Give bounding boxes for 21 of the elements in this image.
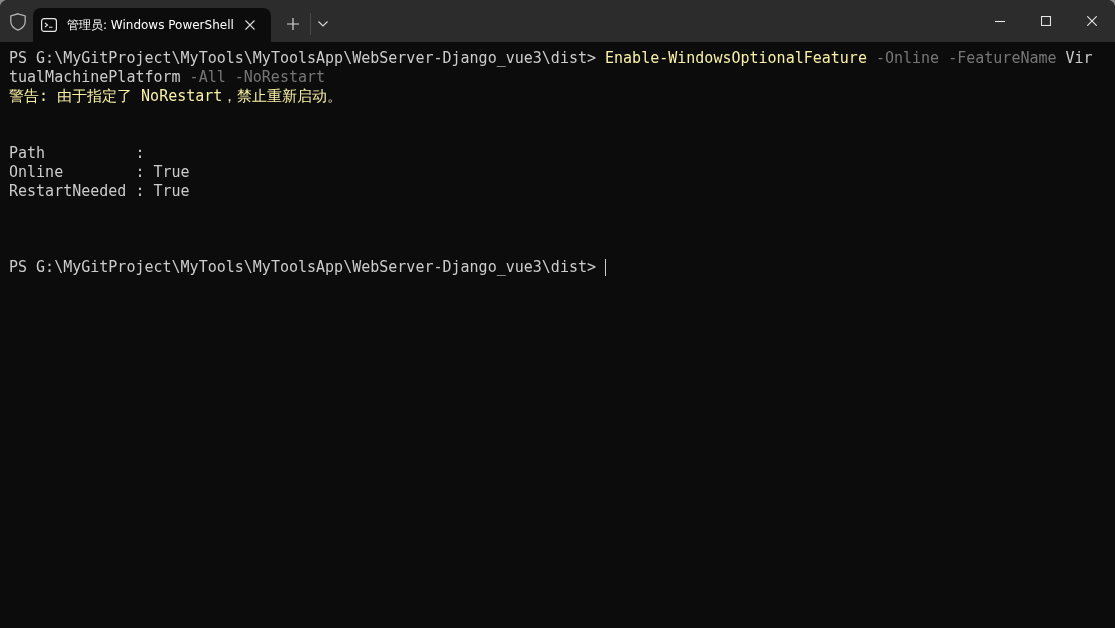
output-line: Path :: [9, 144, 145, 163]
parameter-text: -FeatureName: [948, 49, 1057, 68]
parameter-text: -NoRestart: [234, 68, 326, 87]
maximize-icon: [1041, 16, 1051, 26]
argument-text: Vir: [1065, 49, 1093, 68]
close-icon: [1087, 16, 1097, 26]
prompt-text: PS G:\MyGitProject\MyTools\MyToolsApp\WebServer-Django_vue3\dist>: [9, 49, 596, 68]
parameter-text: -All: [189, 68, 226, 87]
close-icon: [245, 20, 255, 30]
terminal-icon: [41, 18, 57, 32]
tab[interactable]: 管理员: Windows PowerShell: [33, 8, 271, 42]
output-line: RestartNeeded : True: [9, 182, 190, 201]
command-text: Enable-WindowsOptionalFeature: [605, 49, 867, 68]
plus-icon: [287, 18, 299, 30]
output-line: Online : True: [9, 163, 190, 182]
shield-icon: [10, 13, 26, 31]
parameter-text: -Online: [875, 49, 940, 68]
chevron-down-icon: [318, 21, 328, 27]
prompt-text: PS G:\MyGitProject\MyTools\MyToolsApp\WebServer-Django_vue3\dist>: [9, 258, 596, 277]
warning-message: 警告: 由于指定了 NoRestart，禁止重新启动。: [9, 87, 343, 106]
argument-text: tualMachinePlatform: [9, 68, 181, 87]
